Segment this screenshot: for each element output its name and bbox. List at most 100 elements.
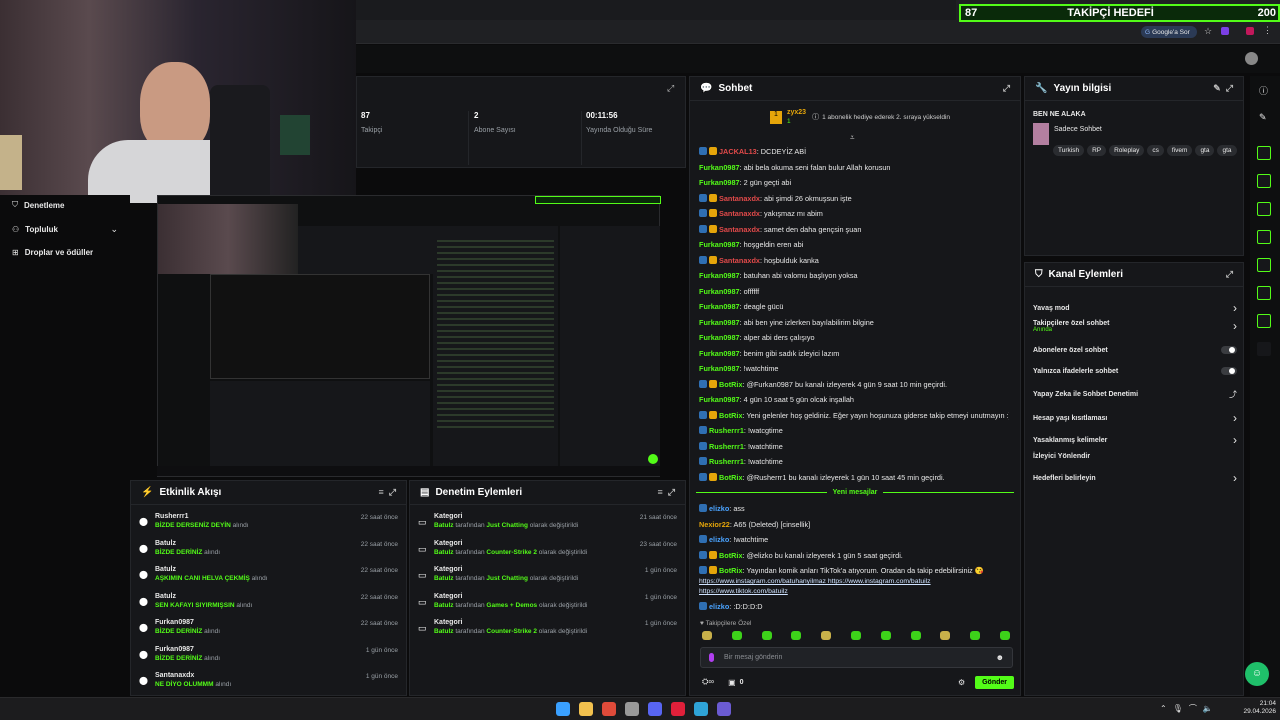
channel-action-item[interactable]: Yasaklanmış kelimeler ›: [1033, 433, 1237, 447]
document-icon[interactable]: [1257, 202, 1271, 216]
chat-username[interactable]: Santanaxdx: [719, 225, 760, 234]
chat-username[interactable]: BotRix: [719, 411, 743, 420]
emote-icon[interactable]: [761, 631, 772, 640]
popout-icon[interactable]: ⤢: [1226, 269, 1233, 280]
edge-icon[interactable]: [694, 702, 708, 716]
chat-username[interactable]: BotRix: [719, 551, 743, 560]
emote-icon[interactable]: [970, 631, 981, 640]
windows-start-icon[interactable]: [556, 702, 570, 716]
filter-icon[interactable]: ≡ ⤢: [379, 487, 396, 498]
tag-chip[interactable]: RP: [1087, 145, 1107, 156]
bookmark-star-icon[interactable]: ☆: [1204, 26, 1212, 37]
settings-gear-icon[interactable]: ⚙: [958, 678, 965, 687]
chat-username[interactable]: elizko: [709, 535, 729, 544]
chat-username[interactable]: JACKAL13: [719, 147, 757, 156]
chevron-up-icon[interactable]: ⌃: [1160, 704, 1167, 713]
user-avatar[interactable]: [1245, 52, 1258, 65]
channel-action-item[interactable]: Hedefleri belirleyin ›: [1033, 471, 1237, 485]
chat-username[interactable]: Santanaxdx: [719, 209, 760, 218]
tag-chip[interactable]: Turkish: [1053, 145, 1085, 156]
chat-username[interactable]: Furkan0987: [699, 271, 740, 280]
lightning-icon[interactable]: [1257, 174, 1271, 188]
activity-user[interactable]: Furkan0987: [155, 646, 220, 653]
chat-username[interactable]: Rusherrr1: [709, 457, 744, 466]
chat-username[interactable]: Furkan0987: [699, 333, 740, 342]
channel-action-item[interactable]: Yapay Zeka ile Sohbet Denetimi ⤴: [1033, 389, 1237, 400]
emote-icon[interactable]: [702, 631, 712, 640]
discord-icon[interactable]: [648, 702, 662, 716]
chat-username[interactable]: BotRix: [719, 473, 743, 482]
pencil-icon[interactable]: ✎: [1259, 112, 1267, 123]
emote-icon[interactable]: [940, 631, 951, 640]
emote-icon[interactable]: [821, 631, 832, 640]
popout-icon[interactable]: ⤢: [1003, 83, 1010, 94]
floating-support-button[interactable]: ☺: [1245, 662, 1269, 686]
chat-link-1[interactable]: https://www.instagram.com/batuhanyilmaz …: [699, 577, 1009, 587]
chat-collapse-icon[interactable]: ⩡: [850, 133, 855, 143]
chat-username[interactable]: Nexior22: [699, 520, 730, 529]
chat-username[interactable]: BotRix: [719, 566, 743, 575]
activity-user[interactable]: Batulz: [155, 593, 252, 600]
activity-user[interactable]: Rusherrr1: [155, 513, 249, 520]
gift-box-icon[interactable]: ▣: [728, 678, 736, 687]
chat-username[interactable]: Furkan0987: [699, 240, 740, 249]
sidebar-item-moderation[interactable]: ⛉ Denetleme: [12, 200, 64, 210]
sidebar-item-drops[interactable]: ⊞ Droplar ve ödüller: [12, 248, 93, 257]
emote-icon[interactable]: [791, 631, 802, 640]
file-explorer-icon[interactable]: [579, 702, 593, 716]
channel-action-item[interactable]: Takipçilere özel sohbet Anında ›: [1033, 319, 1237, 333]
network-icon[interactable]: ⌒: [1189, 703, 1197, 714]
extension-icon[interactable]: [1221, 27, 1229, 35]
emote-icon[interactable]: [999, 631, 1010, 640]
tag-chip[interactable]: Roleplay: [1109, 145, 1145, 156]
emote-icon[interactable]: [731, 631, 742, 640]
chat-username[interactable]: Rusherrr1: [709, 442, 744, 451]
activity-user[interactable]: Batulz: [155, 566, 268, 573]
chat-username[interactable]: elizko: [709, 504, 729, 513]
google-ask-button[interactable]: G Google'a Sor: [1141, 26, 1197, 38]
chat-username[interactable]: Furkan0987: [699, 395, 740, 404]
emote-icon[interactable]: [880, 631, 891, 640]
channel-action-item[interactable]: Hesap yaşı kısıtlaması ›: [1033, 411, 1237, 425]
clock[interactable]: 21:04 29.04.2026: [1238, 700, 1276, 716]
volume-icon[interactable]: 🔈: [1203, 704, 1213, 713]
tag-chip[interactable]: fivem: [1166, 145, 1193, 156]
apps-icon[interactable]: [1257, 342, 1271, 356]
emoji-icon[interactable]: ☻: [996, 653, 1004, 662]
chat-username[interactable]: Furkan0987: [699, 302, 740, 311]
filter-icon[interactable]: ≡ ⤢: [658, 487, 675, 498]
chat-username[interactable]: Furkan0987: [699, 287, 740, 296]
tag-chip[interactable]: gta: [1217, 145, 1237, 156]
emote-icon[interactable]: [850, 631, 861, 640]
chat-username[interactable]: BotRix: [719, 380, 743, 389]
activity-user[interactable]: Santanaxdx: [155, 672, 231, 679]
mic-icon[interactable]: 🎙: [1173, 704, 1183, 713]
infinity-icon[interactable]: ⛭∞: [702, 677, 714, 687]
chat-icon[interactable]: [1257, 230, 1271, 244]
broadcast-icon[interactable]: [1257, 258, 1271, 272]
chat-username[interactable]: Furkan0987: [699, 349, 740, 358]
chrome-icon[interactable]: [602, 702, 616, 716]
channel-action-item[interactable]: Yalnızca ifadelerle sohbet: [1033, 367, 1237, 375]
tag-chip[interactable]: cs: [1147, 145, 1164, 156]
chat-username[interactable]: Furkan0987: [699, 318, 740, 327]
obs-icon[interactable]: [717, 702, 731, 716]
chat-input[interactable]: Bir mesaj gönderin ☻: [700, 647, 1013, 668]
chat-username[interactable]: Furkan0987: [699, 364, 740, 373]
toggle-switch[interactable]: [1221, 367, 1237, 375]
opera-icon[interactable]: [671, 702, 685, 716]
microphone-icon[interactable]: [709, 653, 714, 662]
emote-icon[interactable]: [910, 631, 921, 640]
channel-action-item[interactable]: İzleyici Yönlendir: [1033, 453, 1237, 460]
kebab-menu-icon[interactable]: ⋮: [1263, 25, 1272, 36]
toggle-switch[interactable]: [1221, 346, 1237, 354]
sidebar-item-community[interactable]: ⚇ Topluluk ⌄: [12, 224, 118, 235]
chat-username[interactable]: Santanaxdx: [719, 256, 760, 265]
activity-user[interactable]: Batulz: [155, 540, 220, 547]
chat-username[interactable]: Rusherrr1: [709, 426, 744, 435]
expand-icon[interactable]: ⤢: [667, 83, 674, 94]
channel-action-item[interactable]: Abonelere özel sohbet: [1033, 346, 1237, 354]
edit-pencil-icon[interactable]: ✎ ⤢: [1213, 83, 1233, 94]
channel-action-item[interactable]: Yavaş mod ›: [1033, 301, 1237, 315]
chat-username[interactable]: Furkan0987: [699, 163, 740, 172]
